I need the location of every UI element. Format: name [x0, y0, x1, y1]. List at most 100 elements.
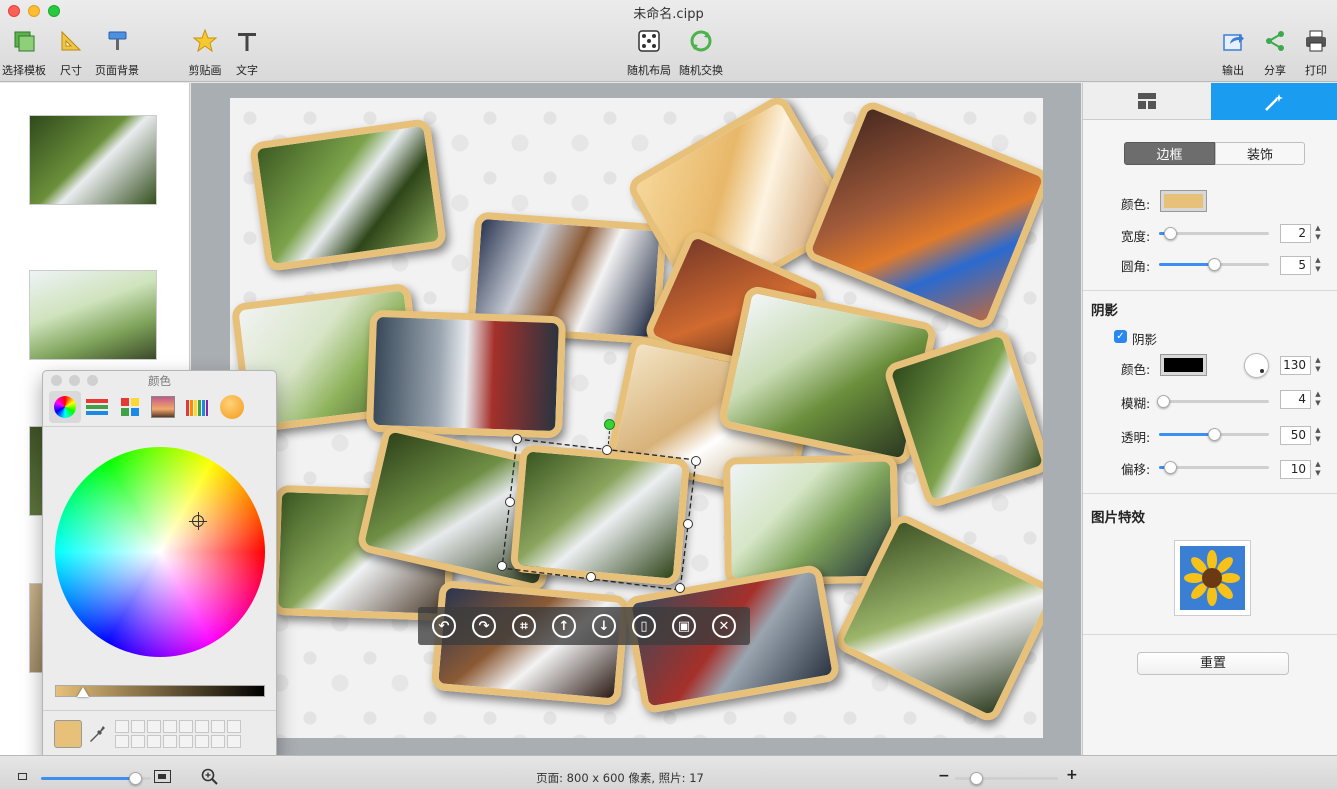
- resize-handle[interactable]: [505, 497, 515, 507]
- resize-handle[interactable]: [683, 519, 693, 529]
- page-background-label: 页面背景: [95, 64, 139, 77]
- resize-handle[interactable]: [675, 583, 685, 593]
- resize-handle[interactable]: [512, 434, 522, 444]
- random-layout-button[interactable]: 随机布局: [627, 28, 671, 78]
- brightness-knob[interactable]: [77, 687, 89, 697]
- properties-panel: 边框 装饰 颜色: 宽度: 2 ▲ ▼ 圆角: 5 ▲ ▼ 阴影 ✓ 阴影 颜色: …: [1082, 83, 1337, 755]
- orange-swatch-icon[interactable]: [220, 395, 244, 419]
- dice-icon: [636, 28, 662, 54]
- text-icon: [234, 28, 260, 54]
- collage-photo[interactable]: [801, 98, 1043, 332]
- selected-color-swatch[interactable]: [54, 720, 82, 748]
- angle-dial-indicator: [1260, 369, 1264, 373]
- color-wheel[interactable]: [55, 447, 265, 657]
- share-icon: [1262, 28, 1288, 54]
- bring-forward-icon[interactable]: ↑: [552, 614, 576, 638]
- random-swap-button[interactable]: 随机交换: [679, 28, 723, 78]
- layout-icon: [1137, 93, 1156, 109]
- rotate-handle[interactable]: [604, 419, 615, 430]
- effect-preview-button[interactable]: [1174, 540, 1251, 616]
- border-width-slider[interactable]: [1159, 227, 1269, 240]
- corner-radius-stepper[interactable]: ▲ ▼: [1313, 256, 1323, 275]
- star-icon: [192, 28, 218, 54]
- crayons-icon[interactable]: [185, 396, 209, 418]
- corner-radius-input[interactable]: 5: [1280, 256, 1311, 275]
- shadow-opacity-stepper[interactable]: ▲ ▼: [1313, 426, 1323, 445]
- shadow-angle-stepper[interactable]: ▲ ▼: [1313, 356, 1323, 375]
- color-panel-title: 颜色: [148, 374, 171, 388]
- eyedropper-icon[interactable]: [89, 724, 107, 744]
- shadow-opacity-slider[interactable]: [1159, 428, 1269, 441]
- image-palette-icon[interactable]: [151, 396, 175, 418]
- resize-handle[interactable]: [586, 572, 596, 582]
- shadow-blur-input[interactable]: 4: [1280, 390, 1311, 409]
- zoom-in-icon[interactable]: +: [1066, 767, 1078, 783]
- select-template-button[interactable]: 选择模板: [2, 28, 46, 78]
- clipart-button[interactable]: 剪贴画: [188, 28, 222, 78]
- border-width-stepper[interactable]: ▲ ▼: [1313, 224, 1323, 243]
- tab-effects[interactable]: [1210, 83, 1337, 120]
- resize-handle[interactable]: [691, 456, 701, 466]
- rotate-left-icon[interactable]: ↶: [432, 614, 456, 638]
- print-label: 打印: [1305, 64, 1327, 77]
- reset-button[interactable]: 重置: [1137, 652, 1289, 675]
- page-thumbnail[interactable]: [29, 115, 157, 205]
- print-icon: [1303, 28, 1329, 54]
- page-thumbnail[interactable]: [29, 270, 157, 360]
- page-zoom-slider[interactable]: [955, 772, 1058, 785]
- fit-icon[interactable]: ▣: [672, 614, 696, 638]
- shadow-offset-input[interactable]: 10: [1280, 460, 1311, 479]
- shadow-checkbox-label: 阴影: [1132, 332, 1158, 347]
- page-background-button[interactable]: 页面背景: [94, 28, 140, 78]
- collage-photo[interactable]: [248, 117, 448, 273]
- shadow-section-title: 阴影: [1091, 303, 1118, 319]
- shadow-offset-stepper[interactable]: ▲ ▼: [1313, 460, 1323, 479]
- text-button[interactable]: 文字: [235, 28, 259, 78]
- shadow-offset-slider[interactable]: [1159, 461, 1269, 474]
- random-layout-label: 随机布局: [627, 64, 671, 77]
- border-width-input[interactable]: 2: [1280, 224, 1311, 243]
- shadow-color-well[interactable]: [1160, 354, 1207, 376]
- share-button[interactable]: 分享: [1262, 28, 1288, 78]
- segment-decoration[interactable]: 装饰: [1215, 142, 1305, 165]
- custom-color-swatches[interactable]: [115, 720, 241, 748]
- shadow-blur-slider[interactable]: [1157, 395, 1269, 408]
- crop-icon[interactable]: ⌗: [512, 614, 536, 638]
- divider: [1083, 493, 1337, 494]
- color-picker-panel: 颜色: [42, 370, 277, 763]
- segment-border[interactable]: 边框: [1124, 142, 1215, 165]
- color-wheel-icon[interactable]: [54, 396, 76, 418]
- resize-handle[interactable]: [602, 445, 612, 455]
- resize-handle[interactable]: [497, 561, 507, 571]
- zoom-out-icon[interactable]: −: [938, 768, 950, 784]
- shadow-opacity-input[interactable]: 50: [1280, 426, 1311, 445]
- panel-tabs: [1083, 83, 1337, 120]
- color-wheel-cursor[interactable]: [189, 512, 207, 530]
- shadow-angle-input[interactable]: 130: [1280, 356, 1311, 375]
- shadow-blur-stepper[interactable]: ▲ ▼: [1313, 390, 1323, 409]
- share-label: 分享: [1264, 64, 1286, 77]
- brightness-slider[interactable]: [55, 685, 265, 697]
- export-button[interactable]: 输出: [1220, 28, 1246, 78]
- corner-radius-slider[interactable]: [1159, 258, 1269, 271]
- template-icon: [11, 28, 37, 54]
- send-backward-icon[interactable]: ↓: [592, 614, 616, 638]
- shadow-angle-dial[interactable]: [1244, 353, 1269, 378]
- shadow-checkbox[interactable]: ✓: [1114, 330, 1127, 343]
- shadow-opacity-label: 透明:: [1121, 430, 1151, 445]
- size-button[interactable]: 尺寸: [57, 28, 85, 78]
- rotate-right-icon[interactable]: ↷: [472, 614, 496, 638]
- sliders-icon[interactable]: [85, 396, 109, 418]
- divider: [1083, 290, 1337, 291]
- palettes-icon[interactable]: [119, 396, 141, 418]
- selection-box[interactable]: [490, 408, 720, 598]
- sunflower-icon: [1180, 546, 1245, 610]
- canvas-area[interactable]: ↶ ↷ ⌗ ↑ ↓ ▯ ▣ ✕: [191, 83, 1081, 755]
- tab-layout[interactable]: [1083, 83, 1211, 120]
- delete-icon[interactable]: ✕: [712, 614, 736, 638]
- border-color-swatch: [1164, 194, 1203, 208]
- flip-icon[interactable]: ▯: [632, 614, 656, 638]
- status-bar: 页面: 800 x 600 像素, 照片: 17 − +: [0, 755, 1337, 789]
- border-color-well[interactable]: [1160, 190, 1207, 212]
- print-button[interactable]: 打印: [1303, 28, 1329, 78]
